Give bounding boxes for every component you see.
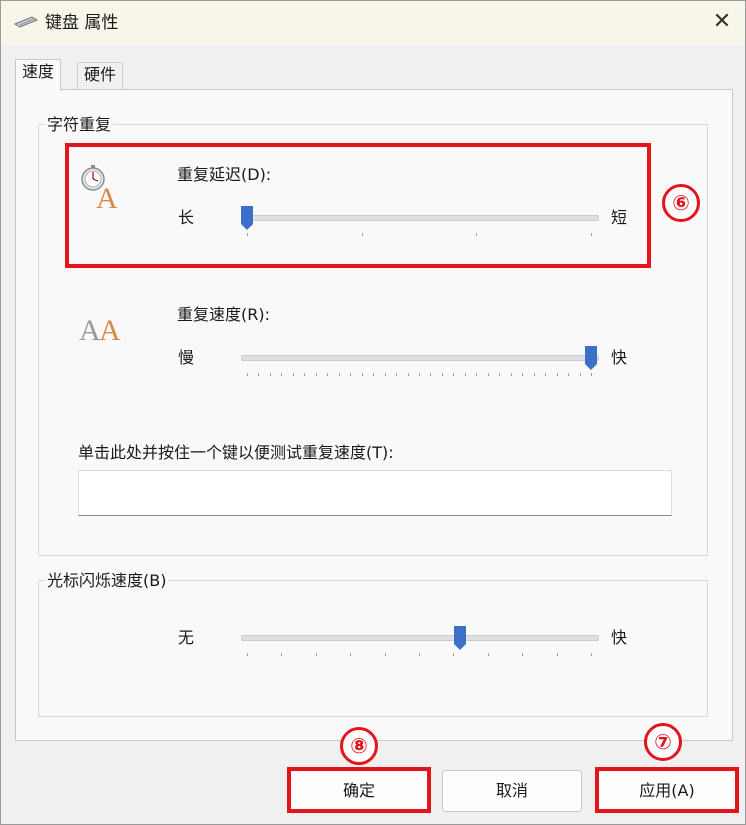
slider-tick [568,373,569,376]
repeat-test-input[interactable] [78,470,672,516]
annotation-marker-8: ⑧ [340,727,378,765]
slider-tick [591,373,592,376]
cursor-blink-slider-track[interactable] [241,635,599,641]
slider-tick [522,373,523,376]
slider-tick [465,373,466,376]
char-repeat-group-label: 字符重复 [45,115,114,135]
slider-tick [293,373,294,376]
slider-tick [316,373,317,376]
repeat-delay-left-label: 长 [178,208,195,227]
slider-tick [247,653,248,656]
repeat-rate-label: 重复速度(R): [177,305,270,324]
slider-tick [476,373,477,376]
slider-tick [430,373,431,376]
slider-tick [522,653,523,656]
repeat-rate-right-label: 快 [611,348,628,367]
svg-text:A: A [79,314,101,345]
slider-tick [511,373,512,376]
annotation-marker-7: ⑦ [644,723,682,761]
slider-tick [534,373,535,376]
keyboard-icon [14,16,38,28]
slider-tick [385,653,386,656]
cursor-blink-group [38,580,708,717]
slider-tick [316,653,317,656]
slider-tick [304,373,305,376]
slider-tick [258,373,259,376]
repeat-rate-letters-icon: A A [79,314,121,345]
repeat-delay-label: 重复延迟(D): [177,165,272,184]
repeat-delay-right-label: 短 [611,208,628,227]
slider-tick [270,373,271,376]
cursor-blink-ticks [247,653,592,659]
cursor-blink-group-label: 光标闪烁速度(B) [45,571,169,591]
slider-tick [281,373,282,376]
annotation-marker-6: ⑥ [662,184,700,222]
slider-tick [339,373,340,376]
slider-tick [442,373,443,376]
slider-tick [580,373,581,376]
slider-tick [499,373,500,376]
slider-tick [350,653,351,656]
title-bar: 键盘 属性 ✕ [1,1,745,45]
repeat-delay-slider-track[interactable] [241,215,599,221]
slider-tick [408,373,409,376]
cancel-button[interactable]: 取消 [442,770,582,812]
slider-tick [591,233,592,236]
slider-tick [373,373,374,376]
slider-tick [476,233,477,236]
close-button[interactable]: ✕ [709,9,735,35]
repeat-rate-slider-track[interactable] [241,355,599,361]
slider-tick [419,653,420,656]
repeat-delay-slider-thumb[interactable] [241,206,253,230]
slider-tick [247,233,248,236]
stopwatch-letter-icon: A [81,165,118,211]
slider-tick [545,373,546,376]
ok-button[interactable]: 确定 [289,770,429,812]
apply-button[interactable]: 应用(A) [597,770,737,812]
repeat-delay-ticks [247,233,592,239]
cursor-blink-right-label: 快 [611,628,628,647]
repeat-rate-ticks [247,373,592,379]
slider-tick [488,373,489,376]
svg-text:A: A [96,182,118,211]
slider-tick [362,233,363,236]
slider-tick [327,373,328,376]
slider-tick [557,653,558,656]
slider-tick [419,373,420,376]
slider-tick [362,373,363,376]
window-title: 键盘 属性 [45,13,119,33]
keyboard-properties-dialog: 键盘 属性 ✕ 速度 硬件 字符重复 A 重复延迟(D): 长 短 A A 重复… [0,0,746,825]
slider-tick [247,373,248,376]
slider-tick [350,373,351,376]
slider-tick [557,373,558,376]
svg-text:A: A [99,314,121,345]
slider-tick [385,373,386,376]
slider-tick [281,653,282,656]
tab-hardware[interactable]: 硬件 [77,62,124,91]
slider-tick [453,373,454,376]
cursor-blink-slider-thumb[interactable] [454,626,467,650]
slider-tick [453,653,454,656]
tab-speed[interactable]: 速度 [15,59,62,91]
slider-tick [591,653,592,656]
repeat-rate-slider-thumb[interactable] [585,346,597,370]
slider-tick [488,653,489,656]
repeat-test-label: 单击此处并按住一个键以便测试重复速度(T): [78,443,394,462]
slider-tick [396,373,397,376]
repeat-rate-left-label: 慢 [178,348,195,367]
cursor-blink-left-label: 无 [178,628,195,647]
